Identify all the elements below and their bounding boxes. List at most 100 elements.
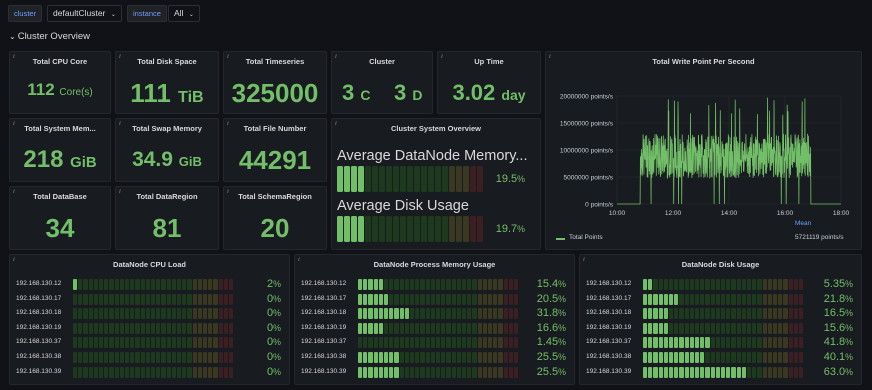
bar-gauge-cell	[752, 322, 757, 334]
bar-gauge-cell	[482, 352, 487, 363]
bar-gauge-cell	[788, 337, 793, 349]
bar-gauge-cell	[399, 322, 404, 334]
bar-gauge-cell	[187, 352, 192, 363]
bar-gauge-cell	[114, 293, 119, 305]
bar-gauge-cell	[783, 337, 788, 349]
bar-gauge-cell	[197, 308, 202, 320]
stat-panel-total-dataregion[interactable]: i Total DataRegion 81	[115, 186, 219, 250]
bar-gauge-cell	[747, 279, 752, 290]
bar-gauge-cell	[223, 337, 228, 349]
stat-panel-total-schemaregion[interactable]: i Total SchemaRegion 20	[223, 186, 327, 250]
panel-title: Total DataRegion	[136, 192, 198, 201]
stat-panel-cluster[interactable]: i Cluster 3 C 3 D	[331, 51, 433, 114]
bar-gauge-cell	[73, 279, 78, 290]
bar-gauge-cell	[674, 308, 679, 320]
bar-gauge-cell	[456, 293, 461, 305]
bar-gauge-cell	[425, 337, 430, 349]
bar-gauge-cell	[689, 293, 694, 305]
cluster-variable-select[interactable]: defaultCluster ⌄	[47, 5, 122, 22]
instance-variable-select[interactable]: All ⌄	[168, 5, 200, 22]
bar-gauge-cell	[679, 366, 684, 378]
stat-panel-total-system-memory[interactable]: i Total System Mem... 218 GiB	[9, 118, 111, 182]
bar-gauge-cell	[472, 293, 477, 305]
bar-gauge-cell	[456, 366, 461, 378]
bar-gauge-cell	[503, 366, 508, 378]
bar-gauge-cell	[182, 322, 187, 334]
stat-number: 3	[342, 80, 355, 105]
stat-panel-total-file-number[interactable]: i Total File Number 44291	[223, 118, 327, 182]
bar-gauge-cell	[783, 366, 788, 378]
bar-gauge-cell	[493, 366, 498, 378]
bar-gauge-cell	[783, 322, 788, 334]
gauge-value: 5.35%	[824, 278, 853, 290]
stat-value: 34.9 GiB	[116, 148, 218, 172]
stat-value: 81	[116, 213, 218, 244]
stat-unit: GiB	[70, 155, 97, 171]
bar-gauge-cell	[140, 322, 145, 334]
write-points-chart-panel[interactable]: i Total Write Point Per Second 20000000 …	[545, 51, 862, 250]
bar-gauge	[643, 308, 804, 320]
bar-gauge-cell	[125, 322, 130, 334]
bar-gauge-cell	[482, 337, 487, 349]
bar-gauge-cell	[793, 366, 798, 378]
bar-gauge-cell	[88, 308, 93, 320]
stat-panel-total-database[interactable]: i Total DataBase 34	[9, 186, 111, 250]
bar-gauge-cell	[404, 293, 409, 305]
datanode-cpu-load-panel[interactable]: i DataNode CPU Load 192.168.130.12 2% 192.…	[9, 254, 290, 385]
bar-gauge-cell	[368, 308, 373, 320]
legend-series-swatch	[556, 238, 565, 240]
row-collapse-toggle[interactable]: ⌄ Cluster Overview	[9, 31, 90, 42]
bar-gauge-cell	[752, 337, 757, 349]
bar-gauge-cell	[373, 366, 378, 378]
bar-gauge-cell	[715, 337, 720, 349]
bar-gauge-cell	[161, 308, 166, 320]
bar-gauge-cell	[767, 279, 772, 290]
bar-gauge-cell	[747, 293, 752, 305]
stat-panel-total-swap-memory[interactable]: i Total Swap Memory 34.9 GiB	[115, 118, 219, 182]
panel-title: Cluster	[369, 57, 395, 66]
gauge-row-name: 192.168.130.37	[586, 338, 632, 346]
cluster-system-overview-panel[interactable]: i Cluster System Overview Average DataNo…	[331, 118, 541, 250]
stat-panel-total-cpu-core[interactable]: i Total CPU Core 112 Core(s)	[9, 51, 111, 114]
bar-gauge-cell	[726, 308, 731, 320]
stat-panel-total-disk-space[interactable]: i Total Disk Space 111 TiB	[115, 51, 219, 114]
percent-sign: %	[845, 293, 853, 304]
bar-gauge-cell	[762, 293, 767, 305]
bar-gauge-cell	[674, 293, 679, 305]
bar-gauge-cell	[741, 293, 746, 305]
stat-number: 34	[45, 213, 75, 243]
bar-gauge-cell	[140, 293, 145, 305]
bar-gauge-cell	[135, 293, 140, 305]
y-tick-label: 15000000 points/s	[560, 121, 614, 128]
bar-gauge-cell	[488, 293, 493, 305]
bar-gauge-cell	[119, 322, 124, 334]
bar-gauge-cell	[88, 293, 93, 305]
bar-gauge-cell	[442, 166, 448, 192]
bar-gauge-cell	[363, 366, 368, 378]
write-points-chart[interactable]: 20000000 points/s 15000000 points/s 100000…	[546, 52, 863, 251]
bar-gauge-cell	[151, 293, 156, 305]
bar-gauge-cell	[93, 322, 98, 334]
stat-panel-up-time[interactable]: i Up Time 3.02 day	[437, 51, 541, 114]
bar-gauge-cell	[363, 308, 368, 320]
bar-gauge-cell	[386, 166, 392, 192]
bar-gauge-cell	[773, 337, 778, 349]
cluster-variable-label: cluster	[8, 5, 43, 22]
datanode-process-memory-panel[interactable]: i DataNode Process Memory Usage 192.168.…	[294, 254, 575, 385]
gauge-value: 15.4%	[537, 278, 566, 290]
bar-gauge-cell	[705, 279, 710, 290]
stat-panel-total-timeseries[interactable]: i Total Timeseries 325000	[223, 51, 327, 114]
bar-gauge-cell	[736, 322, 741, 334]
bar-gauge-cell	[140, 308, 145, 320]
bar-gauge-cell	[135, 366, 140, 378]
bar-gauge-cell	[715, 279, 720, 290]
bar-gauge-cell	[182, 352, 187, 363]
legend-series-name[interactable]: Total Points	[569, 234, 603, 241]
datanode-disk-usage-panel[interactable]: i DataNode Disk Usage 192.168.130.12 5.35…	[579, 254, 862, 385]
stat-number: 3	[394, 80, 407, 105]
bar-gauge-cell	[182, 293, 187, 305]
panel-title: Total File Number	[243, 124, 307, 133]
bar-gauge-cell	[436, 308, 441, 320]
bar-gauge-cell	[456, 322, 461, 334]
bar-gauge-cell	[472, 279, 477, 290]
